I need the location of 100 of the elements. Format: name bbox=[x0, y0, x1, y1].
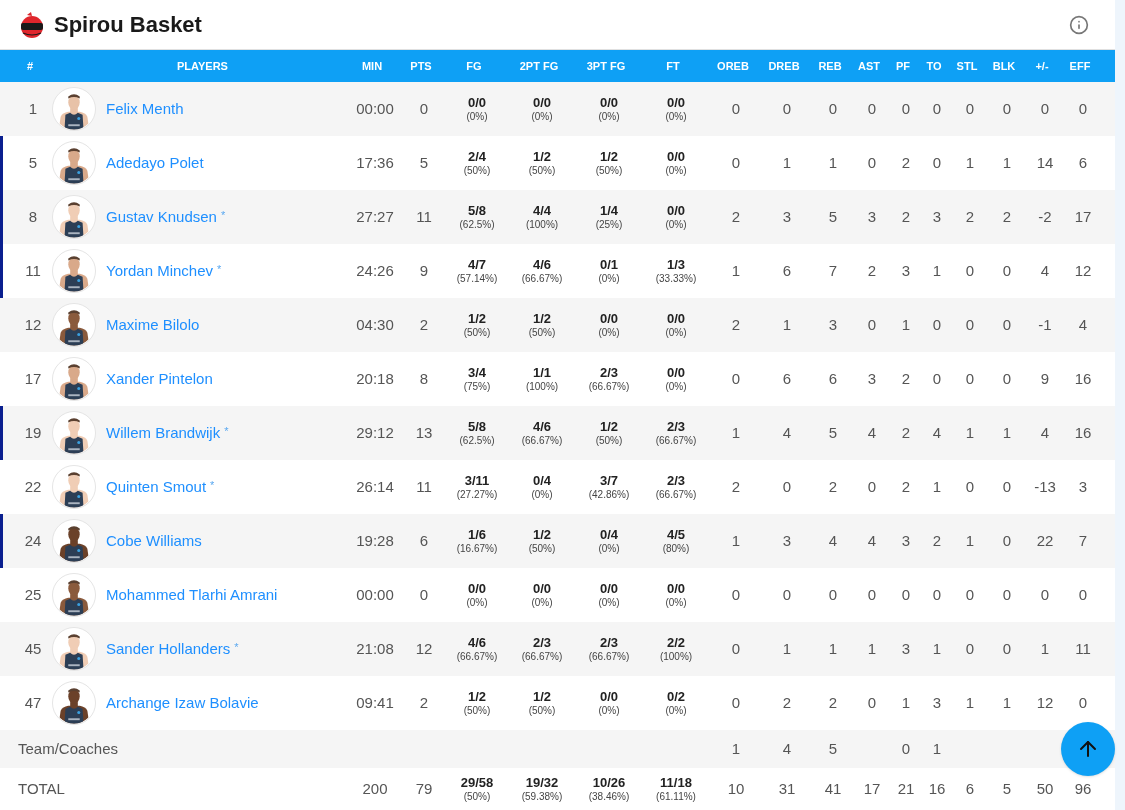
stat-value: 1 bbox=[828, 152, 838, 173]
shots-made: 2/3 bbox=[599, 364, 619, 381]
shot-percentage: (0%) bbox=[665, 704, 687, 718]
stat-value: 26:14 bbox=[356, 476, 394, 497]
stat-value: 9 bbox=[419, 260, 429, 281]
player-name-link[interactable]: Archange Izaw Bolavie bbox=[106, 691, 259, 715]
stat-value: 0 bbox=[1002, 638, 1012, 659]
stat-value: 0 bbox=[1078, 98, 1088, 119]
stat-value: 1 bbox=[965, 530, 975, 551]
stat-value: 0 bbox=[1002, 476, 1012, 497]
stat-value: 0 bbox=[1078, 692, 1088, 713]
shots-made: 29/58 bbox=[460, 774, 494, 791]
shots-made: 2/4 bbox=[467, 148, 487, 165]
shot-percentage: (66.67%) bbox=[521, 272, 563, 286]
stat-value: 2 bbox=[901, 368, 911, 389]
shot-percentage: (66.67%) bbox=[521, 650, 563, 664]
player-name-link[interactable]: Adedayo Polet bbox=[106, 151, 204, 175]
stat-value: 2 bbox=[901, 152, 911, 173]
player-name-link[interactable]: Quinten Smout bbox=[106, 475, 207, 499]
player-name-link[interactable]: Yordan Minchev bbox=[106, 259, 213, 283]
shots-made: 1/2 bbox=[532, 688, 552, 705]
column-header: AST bbox=[858, 58, 880, 74]
shots-made: 5/8 bbox=[467, 418, 487, 435]
footnote-mark: * bbox=[220, 208, 226, 223]
column-header: DREB bbox=[768, 58, 800, 74]
stat-value: 1 bbox=[731, 738, 741, 759]
player-name-link[interactable]: Xander Pintelon bbox=[106, 367, 213, 391]
shots-made: 0/0 bbox=[599, 310, 619, 327]
column-header: MIN bbox=[361, 58, 383, 74]
stat-value: 1 bbox=[782, 638, 792, 659]
player-name-link[interactable]: Cobe Williams bbox=[106, 529, 202, 553]
shot-percentage: (50%) bbox=[528, 704, 556, 718]
stat-value: 21:08 bbox=[356, 638, 394, 659]
stat-value: 17 bbox=[863, 778, 881, 799]
stat-value: 79 bbox=[415, 778, 433, 799]
stat-value: 0 bbox=[932, 98, 942, 119]
stat-value: 13 bbox=[415, 422, 433, 443]
shots-made: 0/0 bbox=[666, 364, 686, 381]
stat-value: 5 bbox=[828, 738, 838, 759]
column-header: REB bbox=[818, 58, 842, 74]
column-header: FT bbox=[666, 58, 680, 74]
shot-percentage: (62.5%) bbox=[459, 434, 495, 448]
shots-made: 0/0 bbox=[666, 202, 686, 219]
stat-value: 0 bbox=[1002, 530, 1012, 551]
player-name-link[interactable]: Mohammed Tlarhi Amrani bbox=[106, 583, 278, 607]
stat-value: 0 bbox=[731, 152, 741, 173]
shots-made: 10/26 bbox=[592, 774, 626, 791]
stat-value: 0 bbox=[782, 584, 792, 605]
jersey-number: 47 bbox=[24, 692, 42, 713]
player-name-link[interactable]: Gustav Knudsen bbox=[106, 205, 217, 229]
stat-value: 0 bbox=[965, 476, 975, 497]
footnote-mark: * bbox=[217, 262, 222, 277]
stat-value: 17:36 bbox=[356, 152, 394, 173]
shot-percentage: (62.5%) bbox=[459, 218, 495, 232]
jersey-number: 45 bbox=[24, 638, 42, 659]
stat-value: 3 bbox=[901, 638, 911, 659]
shots-made: 1/2 bbox=[467, 310, 487, 327]
stat-value: 11 bbox=[416, 206, 432, 227]
stat-value: 1 bbox=[1002, 422, 1012, 443]
stat-value: 2 bbox=[828, 476, 838, 497]
stat-value: 1 bbox=[1002, 692, 1012, 713]
stat-value: 0 bbox=[867, 98, 877, 119]
stat-value: 1 bbox=[731, 260, 741, 281]
shots-made: 4/5 bbox=[666, 526, 686, 543]
stat-value: 0 bbox=[867, 314, 877, 335]
stat-value: 9 bbox=[1040, 368, 1050, 389]
stat-value: 1 bbox=[782, 152, 792, 173]
shots-made: 2/3 bbox=[599, 634, 619, 651]
player-name-link[interactable]: Felix Menth bbox=[106, 97, 184, 121]
stat-value: 4 bbox=[867, 530, 877, 551]
shot-percentage: (100%) bbox=[525, 380, 559, 394]
shots-made: 3/11 bbox=[464, 472, 490, 489]
stat-value: 1 bbox=[965, 152, 975, 173]
footnote-mark: * bbox=[234, 640, 239, 655]
stat-value: 10 bbox=[727, 778, 745, 799]
shots-made: 2/3 bbox=[666, 472, 686, 489]
jersey-number: 5 bbox=[28, 152, 38, 173]
shots-made: 3/7 bbox=[599, 472, 619, 489]
shot-percentage: (0%) bbox=[665, 110, 687, 124]
stat-value: 1 bbox=[901, 692, 911, 713]
stat-value: 4 bbox=[932, 422, 942, 443]
stat-value: 2 bbox=[731, 314, 741, 335]
stat-value: 3 bbox=[828, 314, 838, 335]
player-name-link[interactable]: Sander Hollanders bbox=[106, 637, 231, 661]
stat-value: 31 bbox=[778, 778, 796, 799]
shot-percentage: (27.27%) bbox=[456, 488, 498, 502]
shots-made: 4/4 bbox=[532, 202, 552, 219]
info-icon[interactable] bbox=[1069, 14, 1089, 35]
player-name-link[interactable]: Willem Brandwijk bbox=[106, 421, 221, 445]
shot-percentage: (0%) bbox=[665, 218, 687, 232]
shot-percentage: (0%) bbox=[466, 110, 488, 124]
stat-value: 20:18 bbox=[356, 368, 394, 389]
shot-percentage: (0%) bbox=[531, 488, 553, 502]
stat-value: 7 bbox=[1078, 530, 1088, 551]
stat-value: 0 bbox=[731, 584, 741, 605]
row-label: TOTAL bbox=[18, 780, 65, 797]
player-name-link[interactable]: Maxime Bilolo bbox=[106, 313, 200, 337]
stat-value: 3 bbox=[901, 260, 911, 281]
column-header: BLK bbox=[992, 58, 1016, 74]
stat-value: 16 bbox=[1074, 368, 1092, 389]
